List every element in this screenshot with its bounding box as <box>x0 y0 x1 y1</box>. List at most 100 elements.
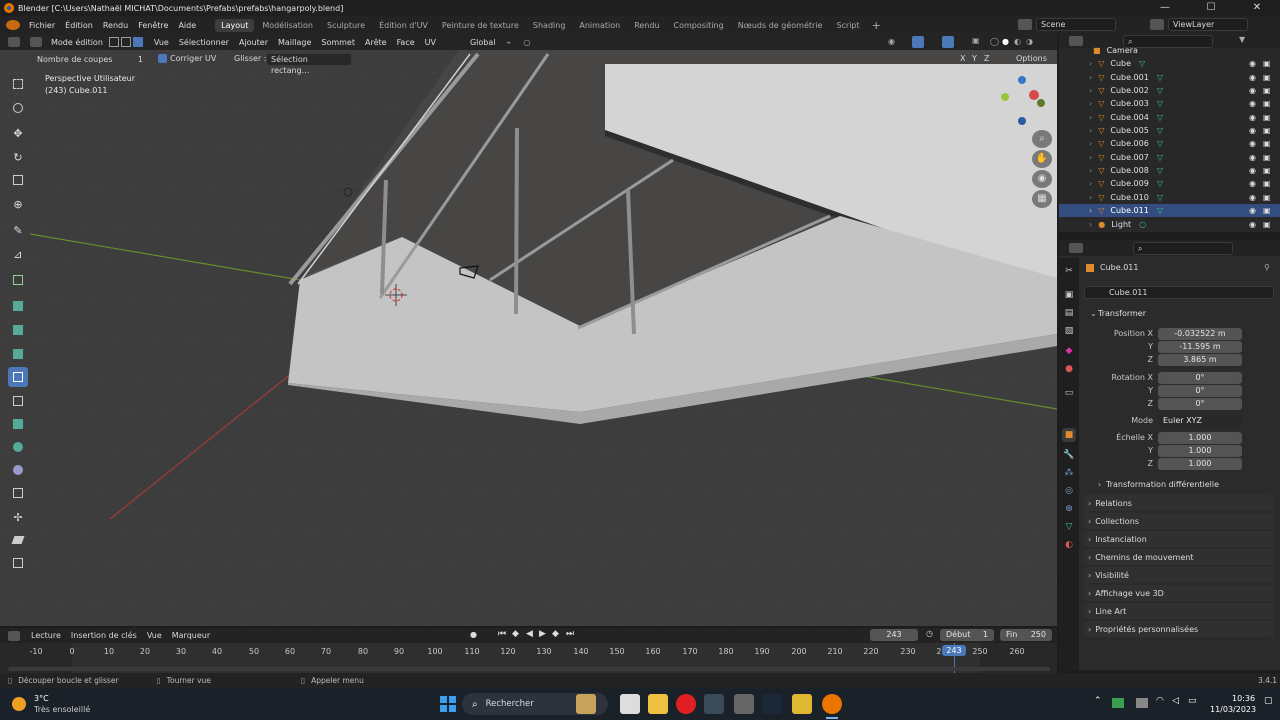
collection-tab-icon[interactable]: ▭ <box>1062 386 1076 400</box>
start-frame-field[interactable]: Début 1 <box>940 629 994 641</box>
menu-add[interactable]: Ajouter <box>234 38 273 47</box>
visibility-eye-icon[interactable]: ◉ <box>1249 73 1256 82</box>
outliner-item-cube002[interactable]: › ▽ Cube.002 ▽ ◉ ▣ <box>1059 84 1280 97</box>
stopwatch-icon[interactable]: ◷ <box>926 629 933 638</box>
jump-end-icon[interactable]: ⏭ <box>566 629 574 639</box>
panel-line-art[interactable]: › Line Art <box>1084 603 1274 619</box>
rotation-x-field[interactable]: 0° <box>1158 372 1242 384</box>
file-explorer-icon[interactable] <box>648 694 668 714</box>
menu-edit[interactable]: Édition <box>60 21 98 30</box>
menu-select[interactable]: Sélectionner <box>174 38 234 47</box>
mode-selector[interactable]: Mode édition <box>46 38 108 47</box>
measure-tool-icon[interactable]: ⊿ <box>8 244 28 264</box>
timeline-scrollbar[interactable] <box>8 667 1050 671</box>
xray-icon[interactable]: ▣ <box>972 36 980 45</box>
visibility-eye-icon[interactable]: ◉ <box>1249 86 1256 95</box>
poly-build-tool-icon[interactable] <box>8 414 28 434</box>
timeline-editor-icon[interactable] <box>8 630 20 641</box>
render-camera-icon[interactable]: ▣ <box>1263 193 1271 202</box>
visibility-eye-icon[interactable]: ◉ <box>1249 206 1256 215</box>
clock-date[interactable]: 11/03/2023 <box>1210 705 1256 714</box>
object-name-field[interactable]: Cube.011 <box>1084 286 1274 299</box>
weather-temperature[interactable]: 3°C <box>34 694 49 703</box>
app-icon[interactable] <box>734 694 754 714</box>
panel-custom-properties[interactable]: › Propriétés personnalisées <box>1084 621 1274 637</box>
menu-playback[interactable]: Lecture <box>26 631 66 640</box>
view-layer-tab-icon[interactable]: ▧ <box>1062 324 1076 338</box>
select-box-tool-icon[interactable] <box>8 74 28 94</box>
tab-texture-paint[interactable]: Peinture de texture <box>436 19 525 32</box>
knife-tool-icon[interactable] <box>8 391 28 411</box>
scene-selector[interactable]: Scene <box>1036 18 1116 31</box>
nvidia-tray-icon[interactable] <box>1112 698 1124 708</box>
wifi-icon[interactable]: ◠ <box>1156 696 1164 706</box>
visibility-eye-icon[interactable]: ◉ <box>1249 113 1256 122</box>
outliner-item-cube009[interactable]: › ▽ Cube.009 ▽ ◉ ▣ <box>1059 177 1280 190</box>
world-tab-icon[interactable]: ● <box>1062 362 1076 376</box>
outliner-item-cube007[interactable]: › ▽ Cube.007 ▽ ◉ ▣ <box>1059 151 1280 164</box>
drag-selector[interactable]: Sélection rectang... <box>266 53 352 75</box>
cuts-field[interactable]: Nombre de coupes 1 <box>32 53 150 66</box>
outliner-item-cube003[interactable]: › ▽ Cube.003 ▽ ◉ ▣ <box>1059 97 1280 110</box>
menu-uv[interactable]: UV <box>420 38 441 47</box>
modifier-tab-icon[interactable]: 🔧 <box>1062 448 1076 462</box>
menu-vertex[interactable]: Sommet <box>316 38 360 47</box>
outliner-item-cube001[interactable]: › ▽ Cube.001 ▽ ◉ ▣ <box>1059 71 1280 84</box>
object-tab-icon[interactable]: ■ <box>1062 428 1076 442</box>
outliner-item-cube010[interactable]: › ▽ Cube.010 ▽ ◉ ▣ <box>1059 191 1280 204</box>
view-layer-selector[interactable]: ViewLayer <box>1168 18 1248 31</box>
timeline[interactable]: -10 0 10 20 30 40 50 60 70 80 90 100 110… <box>0 643 1057 673</box>
proportional-edit-icon[interactable]: ○ <box>517 38 536 47</box>
scale-y-field[interactable]: 1.000 <box>1158 445 1242 457</box>
tab-modeling[interactable]: Modélisation <box>256 19 319 32</box>
shrink-fatten-tool-icon[interactable]: ✢ <box>8 507 28 527</box>
options-dropdown[interactable]: Options <box>1016 54 1047 63</box>
menu-marker[interactable]: Marqueur <box>167 631 215 640</box>
particles-tab-icon[interactable]: ⁂ <box>1062 466 1076 480</box>
menu-edge[interactable]: Arête <box>360 38 392 47</box>
tab-sculpting[interactable]: Sculpture <box>321 19 371 32</box>
end-frame-field[interactable]: Fin 250 <box>1000 629 1052 641</box>
play-icon[interactable]: ▶ <box>539 629 546 639</box>
wireframe-shading-icon[interactable]: ◯ <box>990 37 999 46</box>
render-camera-icon[interactable]: ▣ <box>1263 220 1271 229</box>
constraints-tab-icon[interactable]: ⊛ <box>1062 502 1076 516</box>
playhead-frame[interactable]: 243 <box>942 645 966 656</box>
panel-relations[interactable]: › Relations <box>1084 495 1274 511</box>
mirror-y-toggle[interactable]: Y <box>972 54 977 63</box>
bevel-tool-icon[interactable] <box>8 344 28 364</box>
visibility-eye-icon[interactable]: ◉ <box>1249 139 1256 148</box>
rotation-z-field[interactable]: 0° <box>1158 398 1242 410</box>
ortho-toggle-icon[interactable]: ▦ <box>1032 190 1052 208</box>
render-camera-icon[interactable]: ▣ <box>1263 206 1271 215</box>
location-z-field[interactable]: 3.865 m <box>1158 354 1242 366</box>
add-cube-tool-icon[interactable] <box>8 270 28 290</box>
render-camera-icon[interactable]: ▣ <box>1263 153 1271 162</box>
inset-tool-icon[interactable] <box>8 320 28 340</box>
view-layer-icon[interactable] <box>1150 19 1164 30</box>
panel-visibility[interactable]: › Visibilité <box>1084 567 1274 583</box>
menu-face[interactable]: Face <box>392 38 420 47</box>
prev-keyframe-icon[interactable]: ◆ <box>512 629 519 639</box>
menu-view[interactable]: Vue <box>149 38 174 47</box>
panel-instancing[interactable]: › Instanciation <box>1084 531 1274 547</box>
scene-tab-icon[interactable]: ◆ <box>1062 344 1076 358</box>
render-camera-icon[interactable]: ▣ <box>1263 86 1271 95</box>
menu-help[interactable]: Aide <box>173 21 201 30</box>
minimize-button[interactable]: — <box>1142 0 1188 16</box>
gizmo-z-icon[interactable] <box>1018 76 1026 84</box>
properties-search-input[interactable]: ⌕ <box>1133 242 1233 255</box>
tab-layout[interactable]: Layout <box>215 18 255 32</box>
location-x-field[interactable]: -0.032522 m <box>1158 328 1242 340</box>
outliner-item-cube005[interactable]: › ▽ Cube.005 ▽ ◉ ▣ <box>1059 124 1280 137</box>
visibility-eye-icon[interactable]: ◉ <box>1249 59 1256 68</box>
volume-icon[interactable]: ◁ <box>1172 696 1179 706</box>
current-frame-field[interactable]: 243 <box>870 629 918 641</box>
menu-render[interactable]: Rendu <box>98 21 133 30</box>
tab-compositing[interactable]: Compositing <box>668 19 730 32</box>
menu-file[interactable]: Fichier <box>24 21 60 30</box>
outliner-item-cube006[interactable]: › ▽ Cube.006 ▽ ◉ ▣ <box>1059 137 1280 150</box>
solid-shading-icon[interactable]: ● <box>1002 37 1009 46</box>
menu-window[interactable]: Fenêtre <box>133 21 173 30</box>
gizmo-toggle-icon[interactable] <box>912 36 924 48</box>
